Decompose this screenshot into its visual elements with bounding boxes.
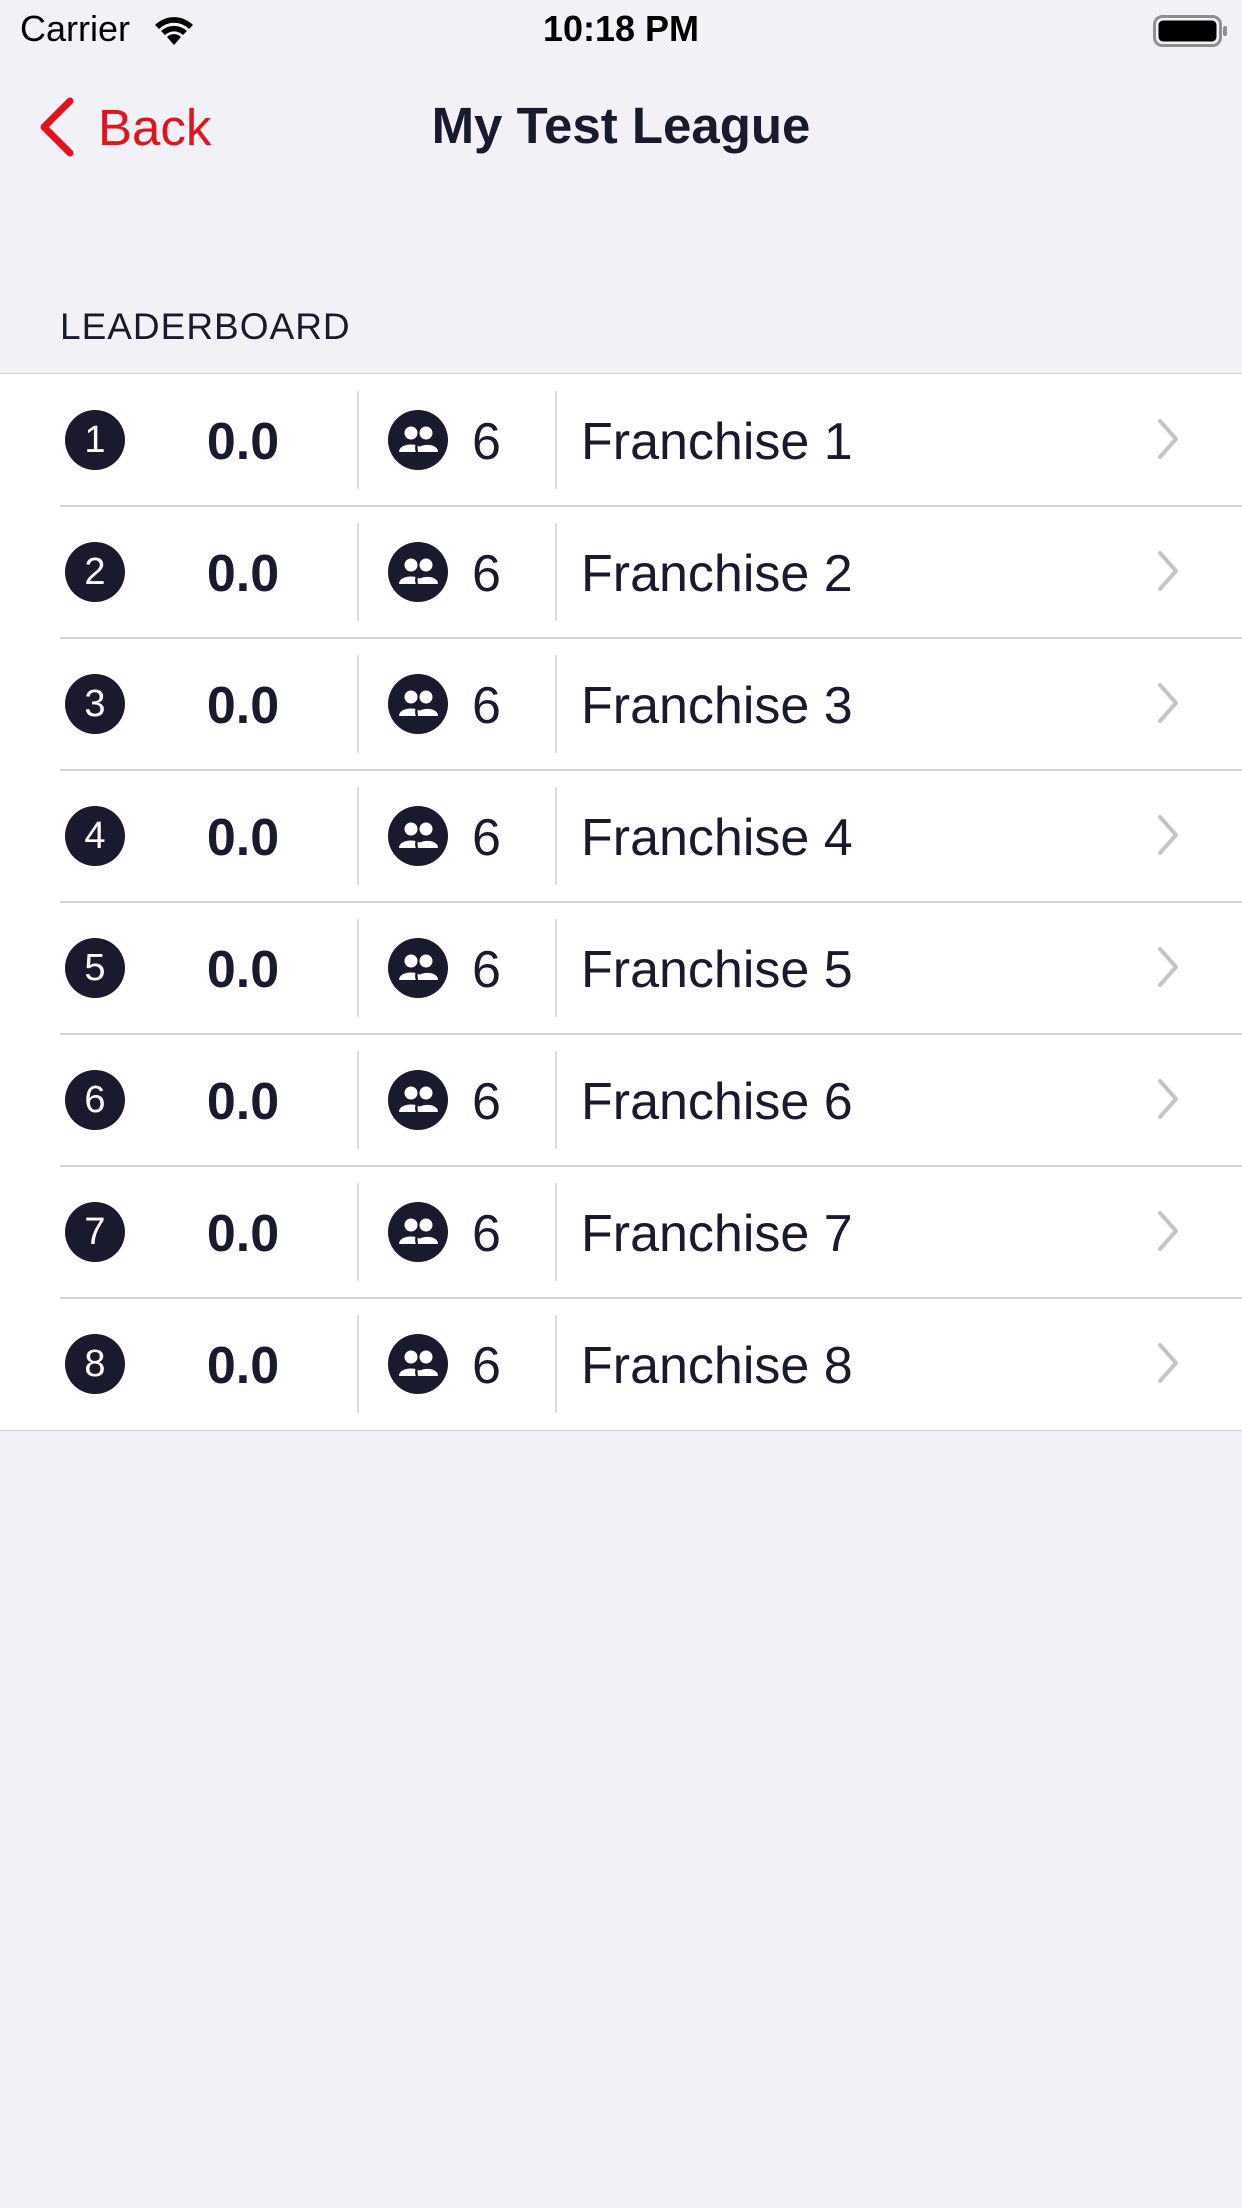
rank-badge: 4 <box>65 806 125 866</box>
franchise-name: Franchise 4 <box>581 809 853 867</box>
score-value: 0.0 <box>206 545 280 603</box>
nav-bar: Back My Test League <box>0 62 1242 190</box>
column-divider <box>357 919 359 1017</box>
people-icon <box>388 938 448 998</box>
leaderboard-row-3[interactable]: 3 0.0 6 Franchise 3 <box>0 637 1242 770</box>
rank-badge: 7 <box>65 1202 125 1262</box>
leaderboard-row-7[interactable]: 7 0.0 6 Franchise 7 <box>0 1165 1242 1298</box>
member-count: 6 <box>472 677 501 735</box>
page-title: My Test League <box>431 97 811 154</box>
column-divider <box>555 1315 557 1413</box>
column-divider <box>357 1315 359 1413</box>
leaderboard-row-4[interactable]: 4 0.0 6 Franchise 4 <box>0 769 1242 902</box>
franchise-name: Franchise 1 <box>581 413 853 471</box>
franchise-name: Franchise 3 <box>581 677 853 735</box>
leaderboard-row-5[interactable]: 5 0.0 6 Franchise 5 <box>0 901 1242 1034</box>
column-divider <box>357 1051 359 1149</box>
status-bar: Carrier 10:18 PM <box>0 0 1242 62</box>
battery-icon <box>1153 15 1227 47</box>
people-icon <box>388 542 448 602</box>
member-count: 6 <box>472 413 501 471</box>
franchise-name: Franchise 5 <box>581 941 853 999</box>
member-count: 6 <box>472 1205 501 1263</box>
franchise-name: Franchise 6 <box>581 1073 853 1131</box>
member-count: 6 <box>472 1337 501 1395</box>
rank-badge: 8 <box>65 1334 125 1394</box>
member-count: 6 <box>472 941 501 999</box>
column-divider <box>555 1183 557 1281</box>
score-value: 0.0 <box>206 1337 280 1395</box>
column-divider <box>357 655 359 753</box>
column-divider <box>357 1183 359 1281</box>
column-divider <box>555 919 557 1017</box>
people-icon <box>388 1202 448 1262</box>
people-icon <box>388 1334 448 1394</box>
column-divider <box>357 523 359 621</box>
people-icon <box>388 674 448 734</box>
leaderboard-row-8[interactable]: 8 0.0 6 Franchise 8 <box>0 1297 1242 1430</box>
chevron-right-icon <box>1158 1343 1178 1383</box>
member-count: 6 <box>472 1073 501 1131</box>
leaderboard-row-1[interactable]: 1 0.0 6 Franchise 1 <box>0 374 1242 506</box>
rank-badge: 2 <box>65 542 125 602</box>
leaderboard-row-2[interactable]: 2 0.0 6 Franchise 2 <box>0 505 1242 638</box>
score-value: 0.0 <box>206 1073 280 1131</box>
franchise-name: Franchise 7 <box>581 1205 853 1263</box>
people-icon <box>388 806 448 866</box>
score-value: 0.0 <box>206 941 280 999</box>
clock-label: 10:18 PM <box>542 8 700 49</box>
score-value: 0.0 <box>206 809 280 867</box>
chevron-right-icon <box>1158 551 1178 591</box>
rank-badge: 1 <box>65 410 125 470</box>
member-count: 6 <box>472 809 501 867</box>
people-icon <box>388 1070 448 1130</box>
column-divider <box>555 391 557 489</box>
score-value: 0.0 <box>206 1205 280 1263</box>
people-icon <box>388 410 448 470</box>
section-header: LEADERBOARD <box>60 306 351 347</box>
column-divider <box>555 655 557 753</box>
chevron-right-icon <box>1158 683 1178 723</box>
chevron-right-icon <box>1158 1211 1178 1251</box>
column-divider <box>357 787 359 885</box>
score-value: 0.0 <box>206 413 280 471</box>
column-divider <box>357 391 359 489</box>
chevron-right-icon <box>1158 1079 1178 1119</box>
chevron-right-icon <box>1158 815 1178 855</box>
rank-badge: 6 <box>65 1070 125 1130</box>
member-count: 6 <box>472 545 501 603</box>
franchise-name: Franchise 2 <box>581 545 853 603</box>
rank-badge: 3 <box>65 674 125 734</box>
score-value: 0.0 <box>206 677 280 735</box>
chevron-right-icon <box>1158 419 1178 459</box>
rank-badge: 5 <box>65 938 125 998</box>
leaderboard-list: 1 0.0 6 Franchise 1 2 0.0 6 Franchise 2 … <box>0 373 1242 1431</box>
column-divider <box>555 1051 557 1149</box>
leaderboard-row-6[interactable]: 6 0.0 6 Franchise 6 <box>0 1033 1242 1166</box>
column-divider <box>555 787 557 885</box>
chevron-right-icon <box>1158 947 1178 987</box>
franchise-name: Franchise 8 <box>581 1337 853 1395</box>
column-divider <box>555 523 557 621</box>
